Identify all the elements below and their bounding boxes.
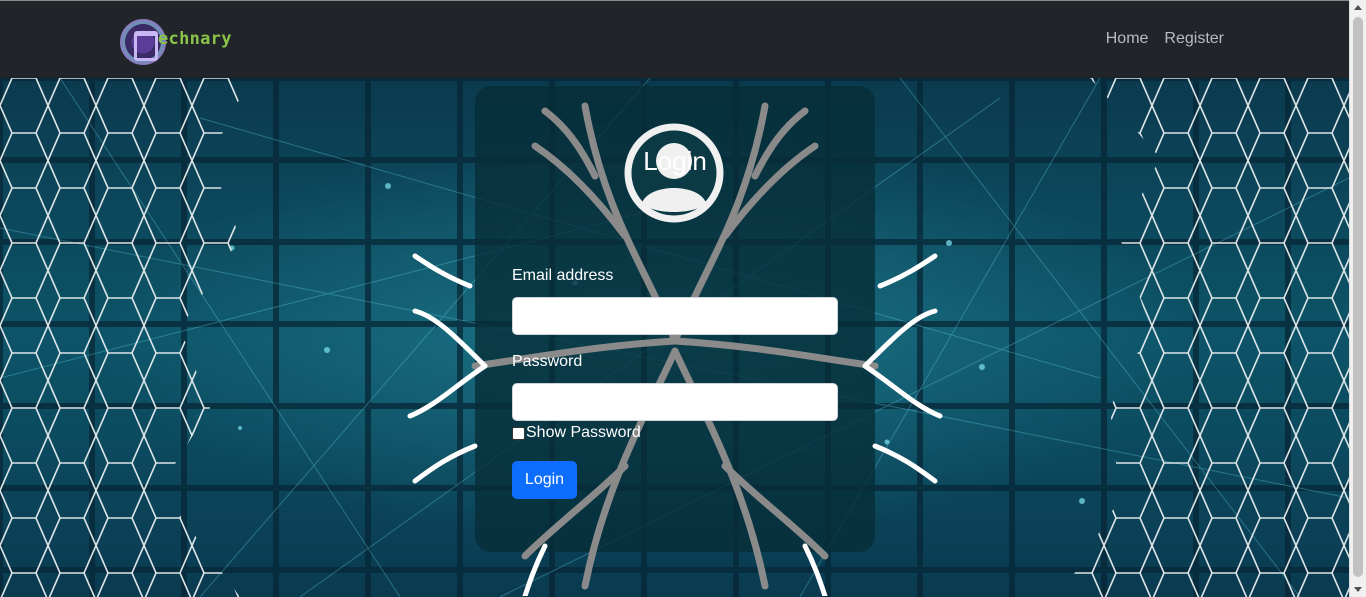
- scroll-up-arrow-icon[interactable]: [1354, 5, 1362, 10]
- brand-logo[interactable]: echnary: [120, 19, 240, 65]
- show-password-label[interactable]: Show Password: [526, 424, 641, 442]
- scroll-down-arrow-icon[interactable]: [1354, 587, 1362, 592]
- show-password-row: Show Password: [512, 424, 641, 442]
- page-scrollbar[interactable]: [1349, 0, 1366, 597]
- nav-links: Home Register: [1106, 30, 1224, 48]
- brand-text: echnary: [158, 29, 232, 49]
- email-input[interactable]: [512, 297, 838, 335]
- show-password-checkbox[interactable]: [512, 426, 525, 440]
- login-button[interactable]: Login: [512, 461, 577, 499]
- nav-home-link[interactable]: Home: [1106, 30, 1149, 48]
- nav-register-link[interactable]: Register: [1164, 30, 1224, 48]
- navbar: echnary Home Register: [0, 1, 1349, 78]
- password-input[interactable]: [512, 383, 838, 421]
- password-label: Password: [512, 353, 583, 370]
- login-title: Login: [643, 146, 707, 176]
- email-label: Email address: [512, 267, 614, 284]
- scroll-thumb[interactable]: [1353, 17, 1363, 577]
